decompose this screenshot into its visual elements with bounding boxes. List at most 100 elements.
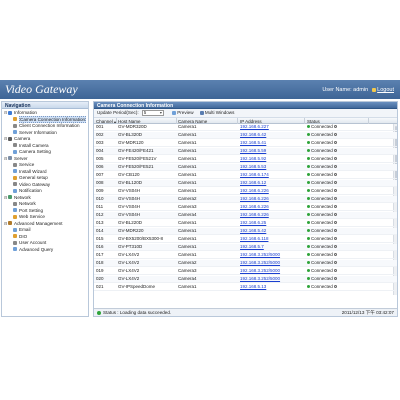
- host-name-cell: GV-VS04H: [118, 196, 141, 201]
- connection-icon: [13, 117, 17, 121]
- table-row[interactable]: 001 GV-MDR320D Camera1 192.168.6.227 Connect…: [94, 124, 397, 131]
- magnifier-icon[interactable]: [333, 261, 337, 264]
- ip-address-link[interactable]: 192.168.5.13: [240, 284, 302, 291]
- sidebar-item-label: DIO: [19, 233, 28, 239]
- table-row[interactable]: 020 GV-LX4V2 Camera4 192.168.3.252/5000 Conn…: [94, 276, 397, 283]
- ip-address-link[interactable]: 192.168.5.92: [240, 156, 302, 163]
- table-row[interactable]: 010 GV-VS04H Camera2 192.168.6.226 Connected: [94, 196, 397, 203]
- status-ok-icon: [97, 310, 101, 315]
- table-row[interactable]: 007 GV-CB120 Camera1 192.168.6.174 Connected: [94, 172, 397, 179]
- status-text: Connected: [311, 268, 333, 273]
- column-camera-name[interactable]: Camera Name: [178, 119, 207, 124]
- magnifier-icon[interactable]: [333, 165, 337, 168]
- server-info-icon: [13, 130, 17, 134]
- ip-address-link[interactable]: 192.168.6.118: [240, 236, 302, 243]
- table-row[interactable]: 021 GV-IPSpeedDome Camera1 192.168.5.13 Conn…: [94, 284, 397, 291]
- ip-address-link[interactable]: 192.168.6.226: [240, 196, 302, 203]
- magnifier-icon[interactable]: [333, 157, 337, 160]
- ip-address-link[interactable]: 192.168.5.53: [240, 164, 302, 171]
- table-row[interactable]: 019 GV-LX4V2 Camera3 192.168.3.252/5000 Conn…: [94, 268, 397, 275]
- preview-button[interactable]: Preview: [172, 110, 194, 115]
- magnifier-icon[interactable]: [333, 269, 337, 272]
- update-period-select[interactable]: 5: [141, 110, 164, 116]
- ip-address-link[interactable]: 192.168.3.252/5000: [240, 260, 302, 267]
- table-row[interactable]: 004 GV-FE420/FE421 Camera1 192.168.5.59 Conn…: [94, 148, 397, 155]
- ip-address-link[interactable]: 192.168.6.227: [240, 124, 302, 131]
- table-row[interactable]: 006 GV-FE520/FE521 Camera1 192.168.5.53 Conn…: [94, 164, 397, 171]
- ip-address-link[interactable]: 192.168.5.42: [240, 228, 302, 235]
- host-name-cell: GV-LX4V2: [118, 260, 140, 265]
- multi-windows-button[interactable]: Multi Windows: [199, 110, 234, 115]
- ip-address-link[interactable]: 192.168.3.252/5000: [240, 252, 302, 259]
- magnifier-icon[interactable]: [333, 213, 337, 216]
- table-row[interactable]: 003 GV-MDR120 Camera1 192.168.5.41 Connected: [94, 140, 397, 147]
- ip-address-link[interactable]: 192.168.6.25: [240, 220, 302, 227]
- magnifier-icon[interactable]: [333, 221, 337, 224]
- camera-name-cell: Camera1: [178, 172, 197, 177]
- web-service-icon: [13, 214, 17, 219]
- channel-cell: 008: [96, 180, 104, 185]
- table-row[interactable]: 017 GV-LX4V2 Camera1 192.168.3.252/5000 Conn…: [94, 252, 397, 259]
- ip-address-link[interactable]: 192.168.6.42: [240, 132, 302, 139]
- host-name-cell: GV-MDR120: [118, 140, 144, 145]
- magnifier-icon[interactable]: [333, 229, 337, 232]
- magnifier-icon[interactable]: [333, 245, 337, 248]
- channel-cell: 006: [96, 164, 104, 169]
- table-row[interactable]: 009 GV-VS04H Camera1 192.168.6.226 Connected: [94, 188, 397, 195]
- ip-address-link[interactable]: 192.168.5.41: [240, 140, 302, 147]
- ip-address-link[interactable]: 192.168.3.252/5000: [240, 268, 302, 275]
- table-row[interactable]: 014 GV-MDR220 Camera1 192.168.5.42 Connected: [94, 228, 397, 235]
- sidebar-item-label: General setup: [19, 175, 48, 180]
- camera-setting-icon: [13, 149, 17, 154]
- table-row[interactable]: 002 GV-BL320D Camera1 192.168.6.42 Connected: [94, 132, 397, 139]
- magnifier-icon[interactable]: [333, 197, 337, 200]
- ip-address-link[interactable]: 192.168.6.12: [240, 180, 302, 187]
- magnifier-icon[interactable]: [333, 277, 337, 280]
- table-row[interactable]: 015 GV-BX5200/BX5300-8 Camera1 192.168.6.11…: [94, 236, 397, 243]
- network-icon: [8, 195, 12, 199]
- sidebar-item-label: Advanced Management: [14, 220, 63, 226]
- ip-address-link[interactable]: 192.168.6.226: [240, 212, 302, 219]
- ip-address-link[interactable]: 192.168.5.7: [240, 244, 302, 251]
- column-host-name[interactable]: Host Name: [118, 119, 141, 124]
- table-row[interactable]: 005 GV-FE520/FE521V Camera1 192.168.5.92 Con…: [94, 156, 397, 163]
- table-row[interactable]: 013 GV-BL220D Camera1 192.168.6.25 Connected: [94, 220, 397, 227]
- status-cell: Connected: [307, 268, 367, 275]
- magnifier-icon[interactable]: [333, 181, 337, 184]
- magnifier-icon[interactable]: [333, 149, 337, 152]
- magnifier-icon[interactable]: [333, 285, 337, 288]
- table-row[interactable]: 012 GV-VS04H Camera4 192.168.6.226 Connected: [94, 212, 397, 219]
- status-text: Connected: [311, 276, 333, 281]
- column-status[interactable]: Status: [307, 119, 320, 124]
- ip-address-link[interactable]: 192.168.3.252/5000: [240, 276, 302, 283]
- table-row[interactable]: 016 GV-PT310D Camera1 192.168.5.7 Connected: [94, 244, 397, 251]
- sidebar-item-label: Information: [14, 110, 37, 115]
- magnifier-icon[interactable]: [333, 253, 337, 256]
- table-row[interactable]: 008 GV-BL120D Camera1 192.168.6.12 Connected: [94, 180, 397, 187]
- logout-link[interactable]: Logout: [377, 87, 394, 93]
- column-ip-address[interactable]: IP Address: [240, 119, 262, 124]
- lock-icon: [372, 87, 377, 92]
- table-row[interactable]: 018 GV-LX4V2 Camera2 192.168.3.252/5000 Conn…: [94, 260, 397, 267]
- ip-address-link[interactable]: 192.168.6.226: [240, 188, 302, 195]
- channel-cell: 007: [96, 172, 104, 177]
- magnifier-icon[interactable]: [333, 133, 337, 136]
- magnifier-icon[interactable]: [333, 205, 337, 208]
- status-cell: Connected: [307, 132, 367, 139]
- magnifier-icon[interactable]: [333, 125, 337, 128]
- camera-name-cell: Camera2: [178, 260, 197, 265]
- ip-address-link[interactable]: 192.168.6.174: [240, 172, 302, 179]
- magnifier-icon[interactable]: [333, 173, 337, 176]
- magnifier-icon[interactable]: [333, 237, 337, 240]
- status-text: Connected: [311, 188, 333, 193]
- channel-cell: 017: [96, 252, 104, 257]
- sidebar-item-label: Camera: [14, 136, 31, 141]
- magnifier-icon[interactable]: [333, 189, 337, 192]
- sidebar-item[interactable]: Advanced Query: [4, 247, 88, 254]
- channel-cell: 002: [96, 132, 104, 137]
- magnifier-icon[interactable]: [333, 141, 337, 144]
- ip-address-link[interactable]: 192.168.6.226: [240, 204, 302, 211]
- table-row[interactable]: 011 GV-VS04H Camera3 192.168.6.226 Connected: [94, 204, 397, 211]
- column-channel[interactable]: Channel: [96, 119, 113, 124]
- ip-address-link[interactable]: 192.168.5.59: [240, 148, 302, 155]
